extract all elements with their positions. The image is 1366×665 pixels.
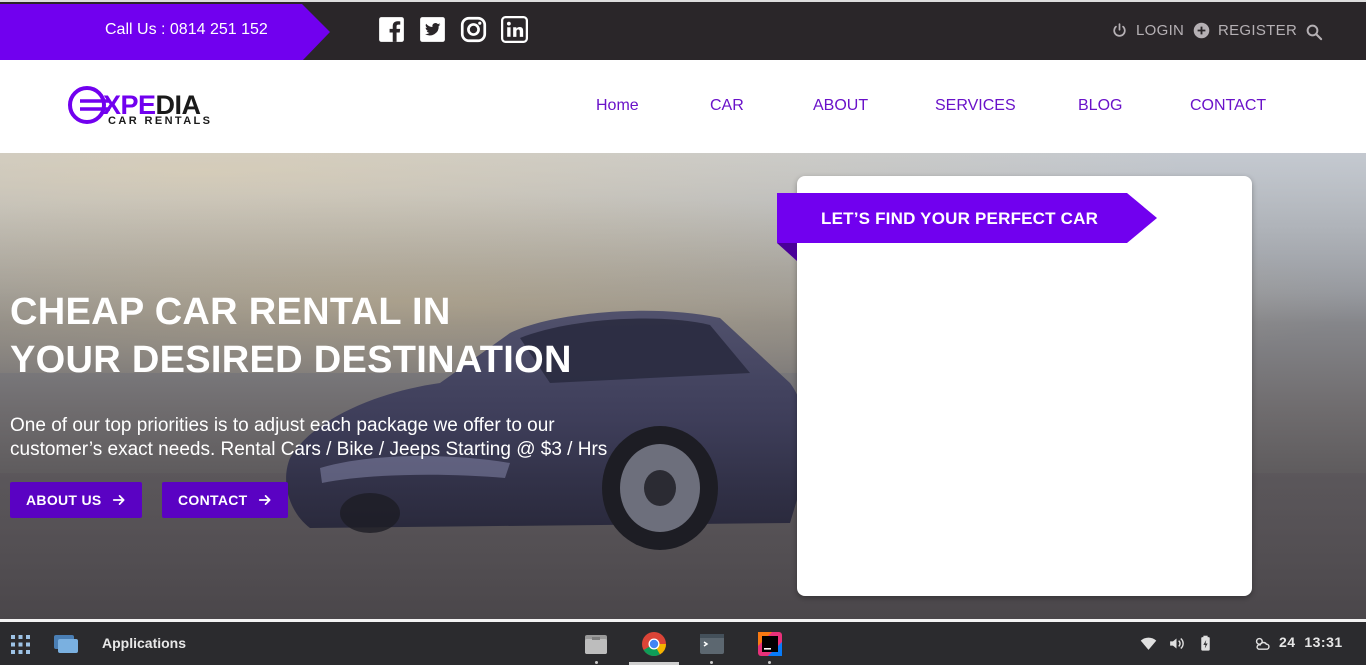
running-indicator <box>595 661 598 664</box>
chrome-icon[interactable] <box>641 631 667 657</box>
wifi-icon[interactable] <box>1140 635 1157 652</box>
car-finder-ribbon: LET’S FIND YOUR PERFECT CAR <box>777 193 1157 243</box>
register-label: REGISTER <box>1218 22 1298 39</box>
login-link[interactable]: LOGIN <box>1111 22 1184 39</box>
site-header: XPEDIA CAR RENTALS Home CAR ABOUT SERVIC… <box>0 60 1366 153</box>
weather-icon[interactable] <box>1253 635 1270 652</box>
contact-button[interactable]: CONTACT <box>162 482 288 518</box>
taskbar: Applications 24 13:31 <box>0 622 1366 665</box>
apps-grid-icon[interactable] <box>11 635 30 654</box>
search-icon[interactable] <box>1305 23 1323 41</box>
power-icon <box>1113 23 1126 37</box>
call-us-banner: Call Us : 0814 251 152 <box>0 4 330 61</box>
linkedin-icon[interactable] <box>501 16 528 43</box>
instagram-icon[interactable] <box>460 16 487 43</box>
terminal-icon[interactable] <box>699 631 725 657</box>
about-us-button[interactable]: ABOUT US <box>10 482 142 518</box>
running-indicator <box>768 661 771 664</box>
nav-blog[interactable]: BLOG <box>1078 97 1122 115</box>
hero-subtext: One of our top priorities is to adjust e… <box>10 415 608 460</box>
logo-tagline: CAR RENTALS <box>108 115 213 127</box>
twitter-icon[interactable] <box>419 16 446 43</box>
running-indicator <box>710 661 713 664</box>
hero-headline: CHEAP CAR RENTAL IN YOUR DESIRED DESTINA… <box>10 291 572 381</box>
nav-car[interactable]: CAR <box>710 97 744 115</box>
files-icon[interactable] <box>583 631 609 657</box>
expedia-logo[interactable]: XPEDIA CAR RENTALS <box>66 82 226 132</box>
login-label: LOGIN <box>1136 22 1185 39</box>
arrow-right-icon <box>112 495 125 505</box>
nav-home[interactable]: Home <box>596 97 639 115</box>
car-finder-title: LET’S FIND YOUR PERFECT CAR <box>821 209 1099 228</box>
window-switcher-icon[interactable] <box>54 635 78 653</box>
register-link[interactable]: REGISTER <box>1193 22 1297 39</box>
clock[interactable]: 24 13:31 <box>1279 634 1343 650</box>
nav-contact[interactable]: CONTACT <box>1190 97 1266 115</box>
facebook-icon[interactable] <box>378 16 405 43</box>
plus-circle-icon <box>1193 22 1210 39</box>
call-us-text: Call Us : 0814 251 152 <box>105 21 268 38</box>
top-bar: Call Us : 0814 251 152 LOGIN REGISTER <box>0 0 1366 61</box>
applications-menu[interactable]: Applications <box>102 635 186 651</box>
nav-services[interactable]: SERVICES <box>935 97 1016 115</box>
nav-about[interactable]: ABOUT <box>813 97 868 115</box>
intellij-icon[interactable] <box>757 631 783 657</box>
volume-icon[interactable] <box>1168 635 1185 652</box>
battery-icon[interactable] <box>1197 635 1214 652</box>
hero-section: CHEAP CAR RENTAL IN YOUR DESIRED DESTINA… <box>0 153 1366 619</box>
arrow-right-icon <box>258 495 271 505</box>
